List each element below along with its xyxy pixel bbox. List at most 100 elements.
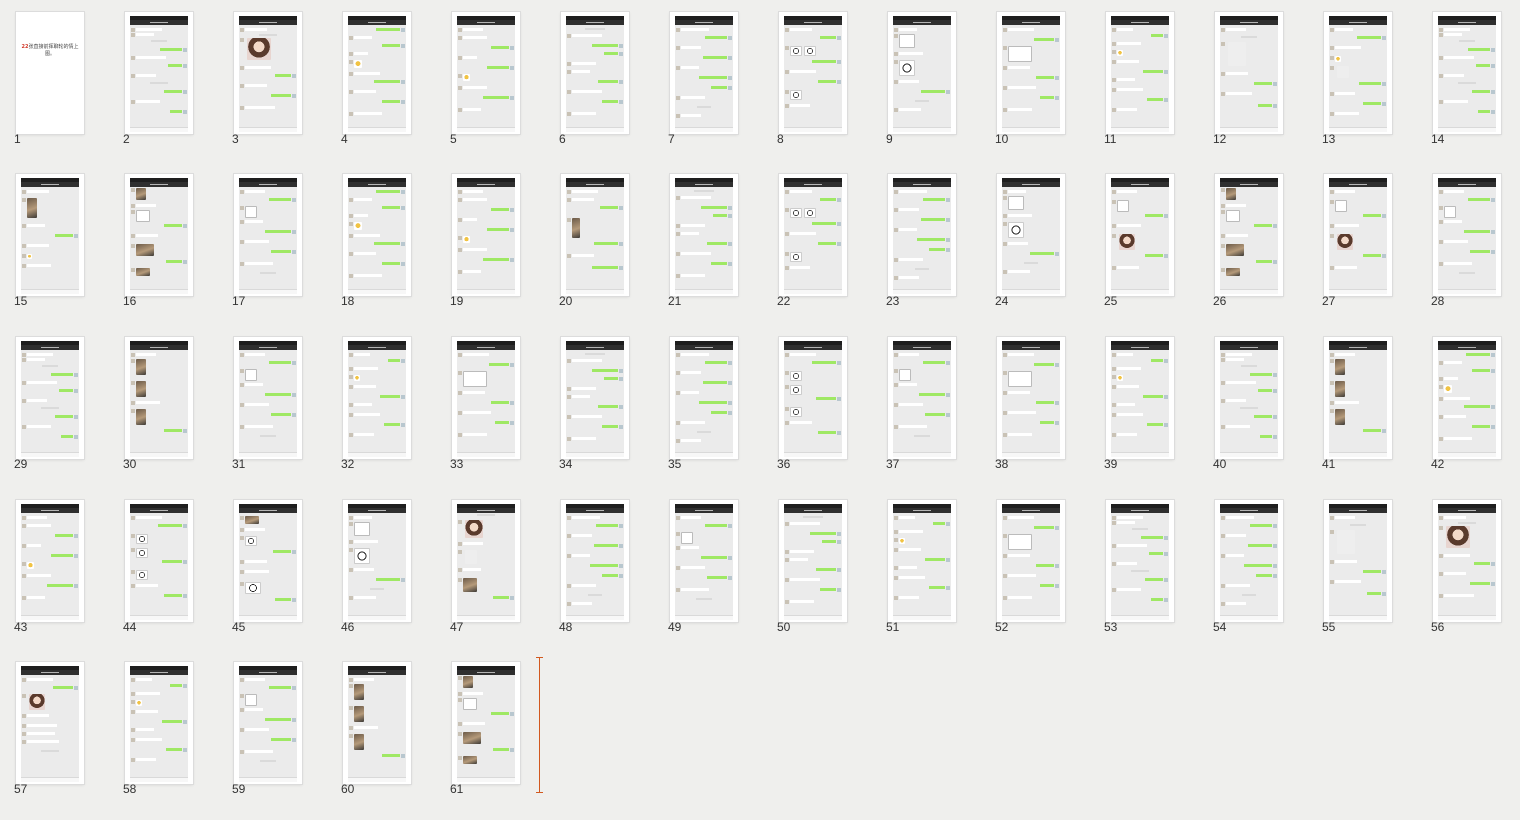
slide-thumbnail-6[interactable]: 6 — [553, 0, 645, 146]
slide-thumbnail-3[interactable]: 3 — [226, 0, 318, 146]
chat-avatar — [1221, 210, 1225, 214]
chat-screenshot-image — [21, 178, 79, 294]
chat-avatar — [240, 189, 244, 194]
slide-thumbnail-21[interactable]: 21 — [662, 162, 754, 308]
chat-bubble-sent — [384, 423, 400, 426]
slide-thumbnail-8[interactable]: 8 — [771, 0, 863, 146]
slide-thumbnail-55[interactable]: 55 — [1316, 488, 1408, 634]
chat-avatar — [349, 684, 353, 688]
slide-thumbnail-39[interactable]: 39 — [1098, 325, 1190, 471]
slide-thumbnail-37[interactable]: 37 — [880, 325, 972, 471]
chat-bubble-received — [27, 353, 53, 356]
chat-input-bar — [1329, 289, 1387, 294]
chat-bubble-received — [1117, 385, 1139, 388]
slide-thumbnail-51[interactable]: 51 — [880, 488, 972, 634]
slide-thumbnail-56[interactable]: 56 — [1425, 488, 1517, 634]
slide-thumbnail-41[interactable]: 41 — [1316, 325, 1408, 471]
chat-timestamp — [150, 82, 168, 84]
slide-number: 31 — [232, 457, 246, 471]
slide-thumbnail-43[interactable]: 43 — [8, 488, 100, 634]
chat-avatar — [1439, 206, 1443, 210]
chat-bubble-received — [354, 72, 380, 75]
slide-thumbnail-20[interactable]: 20 — [553, 162, 645, 308]
slide-thumbnail-11[interactable]: 11 — [1098, 0, 1190, 146]
slide-thumbnail-61[interactable]: 61 — [444, 650, 536, 796]
slide-thumbnail-16[interactable]: 16 — [117, 162, 209, 308]
slide-thumbnail-13[interactable]: 13 — [1316, 0, 1408, 146]
chat-bubble-received — [136, 710, 158, 713]
slide-thumbnail-29[interactable]: 29 — [8, 325, 100, 471]
slide-thumbnail-36[interactable]: 36 — [771, 325, 863, 471]
slide-thumbnail-40[interactable]: 40 — [1207, 325, 1299, 471]
slide-thumbnail-34[interactable]: 34 — [553, 325, 645, 471]
slide-preview — [452, 500, 520, 622]
slide-thumbnail-59[interactable]: 59 — [226, 650, 318, 796]
chat-image — [136, 359, 146, 375]
slide-thumbnail-58[interactable]: 58 — [117, 650, 209, 796]
slide-thumbnail-17[interactable]: 17 — [226, 162, 318, 308]
chat-image — [136, 700, 142, 706]
slide-number: 11 — [1104, 132, 1117, 146]
slide-thumbnail-48[interactable]: 48 — [553, 488, 645, 634]
chat-screenshot-image — [1220, 504, 1278, 620]
chat-avatar — [567, 197, 571, 202]
chat-timestamp — [1350, 524, 1366, 526]
slide-thumbnail-24[interactable]: 24 — [989, 162, 1081, 308]
chat-nav-bar — [130, 345, 188, 350]
chat-bubble-received — [1335, 190, 1355, 193]
slide-thumbnail-38[interactable]: 38 — [989, 325, 1081, 471]
slide-thumbnail-23[interactable]: 23 — [880, 162, 972, 308]
chat-avatar — [1330, 91, 1334, 96]
slide-thumbnail-57[interactable]: 57 — [8, 650, 100, 796]
slide-thumbnail-45[interactable]: 45 — [226, 488, 318, 634]
slide-thumbnail-4[interactable]: 4 — [335, 0, 427, 146]
chat-avatar — [1382, 101, 1386, 106]
slide-thumbnail-26[interactable]: 26 — [1207, 162, 1299, 308]
chat-input-bar — [1220, 127, 1278, 132]
slide-thumbnail-47[interactable]: 47 — [444, 488, 536, 634]
slide-thumbnail-2[interactable]: 2 — [117, 0, 209, 146]
chat-avatar — [894, 51, 898, 56]
slide-thumbnail-1[interactable]: 22张直接前挥聊轮的情上图。 1 — [8, 0, 100, 146]
slide-thumbnail-50[interactable]: 50 — [771, 488, 863, 634]
slide-thumbnail-28[interactable]: 28 — [1425, 162, 1517, 308]
chat-avatar — [1221, 601, 1225, 606]
slide-thumbnail-19[interactable]: 19 — [444, 162, 536, 308]
slide-thumbnail-31[interactable]: 31 — [226, 325, 318, 471]
slide-thumbnail-35[interactable]: 35 — [662, 325, 754, 471]
slide-thumbnail-22[interactable]: 22 — [771, 162, 863, 308]
slide-thumbnail-42[interactable]: 42 — [1425, 325, 1517, 471]
slide-thumbnail-33[interactable]: 33 — [444, 325, 536, 471]
chat-input-bar — [1329, 127, 1387, 132]
slide-thumbnail-18[interactable]: 18 — [335, 162, 427, 308]
chat-nav-bar — [1329, 182, 1387, 187]
slide-thumbnail-32[interactable]: 32 — [335, 325, 427, 471]
slide-thumbnail-10[interactable]: 10 — [989, 0, 1081, 146]
slide-thumbnail-53[interactable]: 53 — [1098, 488, 1190, 634]
chat-avatar — [22, 398, 26, 403]
chat-nav-bar — [566, 345, 624, 350]
slide-thumbnail-14[interactable]: 14 — [1425, 0, 1517, 146]
slide-thumbnail-49[interactable]: 49 — [662, 488, 754, 634]
slide-thumbnail-12[interactable]: 12 — [1207, 0, 1299, 146]
slide-thumbnail-27[interactable]: 27 — [1316, 162, 1408, 308]
chat-bubble-received — [1444, 240, 1468, 243]
slide-thumbnail-54[interactable]: 54 — [1207, 488, 1299, 634]
slide-thumbnail-7[interactable]: 7 — [662, 0, 754, 146]
chat-bubble-received — [1226, 534, 1246, 537]
chat-avatar — [292, 597, 296, 602]
slide-thumbnail-25[interactable]: 25 — [1098, 162, 1190, 308]
slide-thumbnail-60[interactable]: 60 — [335, 650, 427, 796]
slide-thumbnail-30[interactable]: 30 — [117, 325, 209, 471]
slide-thumbnail-52[interactable]: 52 — [989, 488, 1081, 634]
chat-avatar — [240, 527, 244, 532]
chat-bubble-sent — [491, 401, 509, 404]
chat-nav-bar — [21, 670, 79, 675]
slide-thumbnail-46[interactable]: 46 — [335, 488, 427, 634]
slide-thumbnail-44[interactable]: 44 — [117, 488, 209, 634]
slide-thumbnail-5[interactable]: 5 — [444, 0, 536, 146]
slide-thumbnail-9[interactable]: 9 — [880, 0, 972, 146]
slide-preview — [779, 12, 847, 134]
slide-thumbnail-15[interactable]: 15 — [8, 162, 100, 308]
chat-timestamp — [42, 365, 58, 367]
